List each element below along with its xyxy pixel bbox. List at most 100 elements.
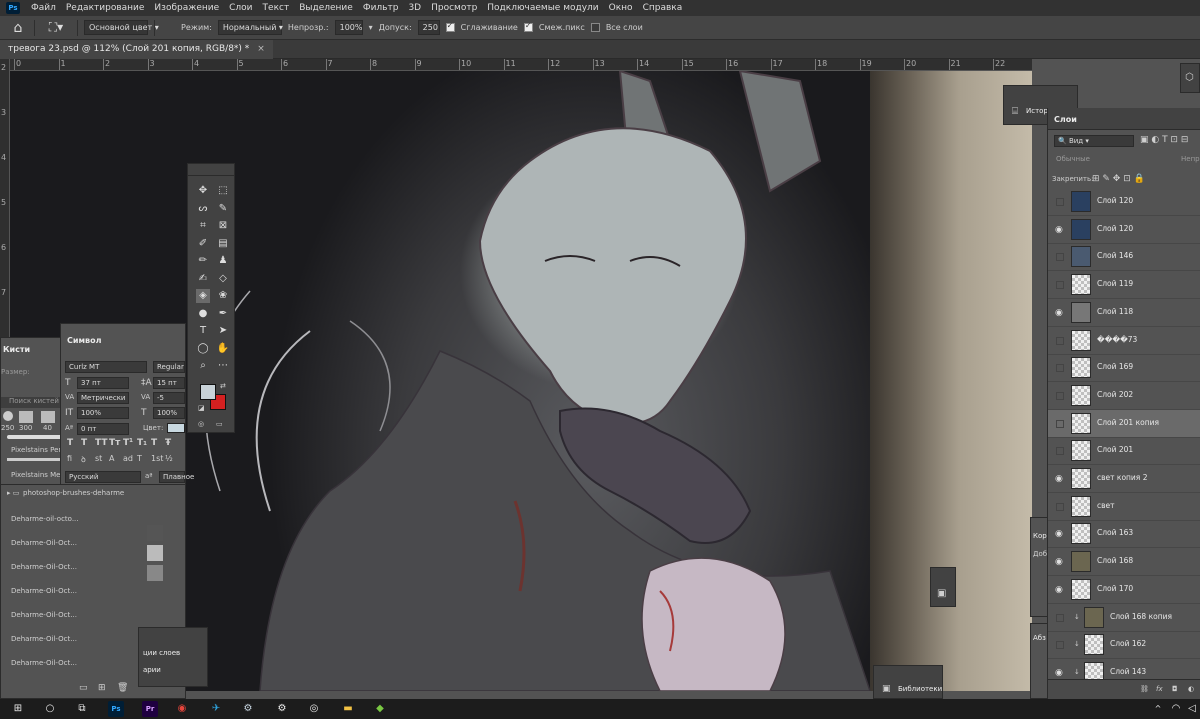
opentype-button[interactable]: A	[109, 454, 114, 463]
antialias-checkbox[interactable]	[445, 21, 455, 32]
new-brush-icon[interactable]: ⊞	[98, 683, 106, 693]
volume-icon[interactable]: ◁	[1184, 701, 1200, 717]
opacity-input[interactable]: 100%	[334, 20, 363, 35]
antialias-select[interactable]: Плавное	[159, 471, 194, 483]
layer-row[interactable]: Слой 202	[1048, 382, 1200, 410]
brush-preset-thumb[interactable]	[41, 411, 55, 423]
superscript-button[interactable]: T¹	[123, 438, 133, 448]
strikethrough-button[interactable]: Ŧ	[165, 438, 171, 448]
menu-image[interactable]: Изображение	[149, 3, 224, 13]
fill-source-select[interactable]: Основной цвет ▾	[84, 20, 159, 35]
stamp-tool-icon[interactable]: ♟	[216, 254, 230, 268]
menu-view[interactable]: Просмотр	[426, 3, 482, 13]
home-icon[interactable]: ⌂	[8, 18, 28, 38]
telegram-app-icon[interactable]: ✈	[208, 701, 224, 717]
link-icon[interactable]: ⛓	[1140, 685, 1149, 693]
tolerance-input[interactable]: 250	[417, 20, 440, 35]
eye-icon[interactable]: ◉	[1055, 668, 1065, 678]
foreground-color-swatch[interactable]	[200, 384, 216, 400]
zoom-tool-icon[interactable]: ⌕	[196, 359, 210, 373]
frame-tool-icon[interactable]: ⊠	[216, 219, 230, 233]
eye-icon[interactable]: ◉	[1055, 225, 1065, 235]
eye-hidden-icon[interactable]	[1056, 502, 1064, 511]
eye-hidden-icon[interactable]	[1056, 391, 1064, 400]
opentype-button[interactable]: ad	[123, 454, 133, 463]
panel-icon[interactable]: ▣	[937, 588, 946, 599]
eye-hidden-icon[interactable]	[1056, 253, 1064, 262]
leading-input[interactable]: 15 пт	[153, 377, 185, 389]
layer-row[interactable]: ◉ Слой 170	[1048, 576, 1200, 604]
paint-bucket-tool-icon[interactable]: ◈	[196, 289, 210, 303]
all-caps-button[interactable]: TT	[95, 438, 108, 448]
eye-hidden-icon[interactable]	[1056, 198, 1064, 206]
menu-edit[interactable]: Редактирование	[61, 3, 150, 13]
screen-mode-icon[interactable]: ▭	[216, 420, 223, 428]
search-icon[interactable]: ○	[42, 701, 58, 717]
swatch[interactable]	[147, 565, 163, 581]
brush-item[interactable]: Deharme-Oil-Oct...	[11, 563, 77, 571]
quick-mask-icon[interactable]: ◎	[198, 420, 204, 428]
paint-bucket-preset-icon[interactable]: ⛶▾	[41, 18, 71, 38]
all-layers-checkbox[interactable]	[590, 23, 600, 32]
fx-icon[interactable]: fx	[1156, 685, 1163, 693]
menu-plugins[interactable]: Подключаемые модули	[482, 3, 603, 13]
crop-tool-icon[interactable]: ⌗	[196, 219, 210, 233]
layer-row[interactable]: Слой 169	[1048, 354, 1200, 383]
eye-icon[interactable]: ◉	[1055, 474, 1065, 484]
opentype-button[interactable]: ½	[165, 454, 173, 463]
swatch[interactable]	[147, 525, 163, 541]
eye-icon[interactable]: ◉	[1055, 308, 1065, 318]
brush-tool-icon[interactable]: ✏	[196, 254, 210, 268]
menu-3d[interactable]: 3D	[403, 3, 426, 13]
layer-row[interactable]: ◉ Слой 118	[1048, 299, 1200, 327]
settings-app-icon[interactable]: ⚙	[274, 701, 290, 717]
wifi-icon[interactable]: ◠	[1168, 701, 1184, 717]
photoshop-app-icon[interactable]: Ps	[108, 701, 124, 717]
eye-hidden-icon[interactable]	[1056, 419, 1064, 428]
layer-row[interactable]: свет	[1048, 493, 1200, 521]
network-icon[interactable]: ^	[1150, 701, 1166, 717]
font-family-select[interactable]: Curlz MT	[65, 361, 147, 373]
task-view-icon[interactable]: ⧉	[74, 701, 90, 717]
corrections-tab[interactable]: Кор	[1033, 532, 1047, 540]
brush-item[interactable]: Deharme-Oil-Oct...	[11, 635, 77, 643]
menu-window[interactable]: Окно	[604, 3, 638, 13]
adjustment-icon[interactable]: ◐	[1188, 685, 1194, 693]
new-group-icon[interactable]: ▭	[79, 683, 88, 693]
eye-hidden-icon[interactable]	[1056, 281, 1064, 290]
baseline-input[interactable]: 0 пт	[77, 423, 129, 435]
font-style-select[interactable]: Regular	[153, 361, 185, 373]
layer-row[interactable]: Слой 201 копия	[1048, 409, 1200, 438]
swatch[interactable]	[147, 545, 163, 561]
more-tools-icon[interactable]: ⋯	[216, 359, 230, 373]
layers-tab[interactable]: Слои	[1054, 115, 1077, 124]
libraries-tab[interactable]: Библиотеки	[898, 685, 942, 693]
brush-search-input[interactable]: Поиск кистей	[1, 397, 63, 408]
art-tab[interactable]: арии	[143, 666, 161, 674]
eye-hidden-icon[interactable]	[1056, 613, 1064, 622]
app-icon[interactable]: ◎	[306, 701, 322, 717]
layer-row[interactable]: ����73	[1048, 327, 1200, 355]
file-explorer-icon[interactable]: ▬	[340, 701, 356, 717]
opentype-button[interactable]: st	[95, 454, 102, 463]
tools-panel-header[interactable]	[188, 164, 234, 176]
default-colors-icon[interactable]: ◪	[198, 404, 205, 412]
eye-icon[interactable]: ◉	[1055, 557, 1065, 567]
move-tool-icon[interactable]: ✥	[196, 184, 210, 198]
menu-filter[interactable]: Фильтр	[358, 3, 404, 13]
menu-layers[interactable]: Слои	[224, 3, 257, 13]
steam-app-icon[interactable]: ⚙	[240, 701, 256, 717]
layer-row[interactable]: Слой 146	[1048, 243, 1200, 272]
subscript-button[interactable]: T₁	[137, 438, 147, 448]
menu-select[interactable]: Выделение	[294, 3, 358, 13]
cube-icon[interactable]: ⬡	[1185, 72, 1194, 83]
layer-row[interactable]: ◉ свет копия 2	[1048, 465, 1200, 493]
eye-hidden-icon[interactable]	[1056, 447, 1064, 456]
chrome-app-icon[interactable]: ◉	[174, 701, 190, 717]
app-icon[interactable]: ◆	[372, 701, 388, 717]
layer-row[interactable]: ↓ Слой 162	[1048, 631, 1200, 660]
faux-italic-button[interactable]: T	[81, 438, 87, 448]
opentype-button[interactable]: ꝺ	[81, 454, 86, 465]
trash-icon[interactable]: 🗑	[117, 683, 128, 693]
history-icon[interactable]: ⌸	[1012, 106, 1018, 117]
